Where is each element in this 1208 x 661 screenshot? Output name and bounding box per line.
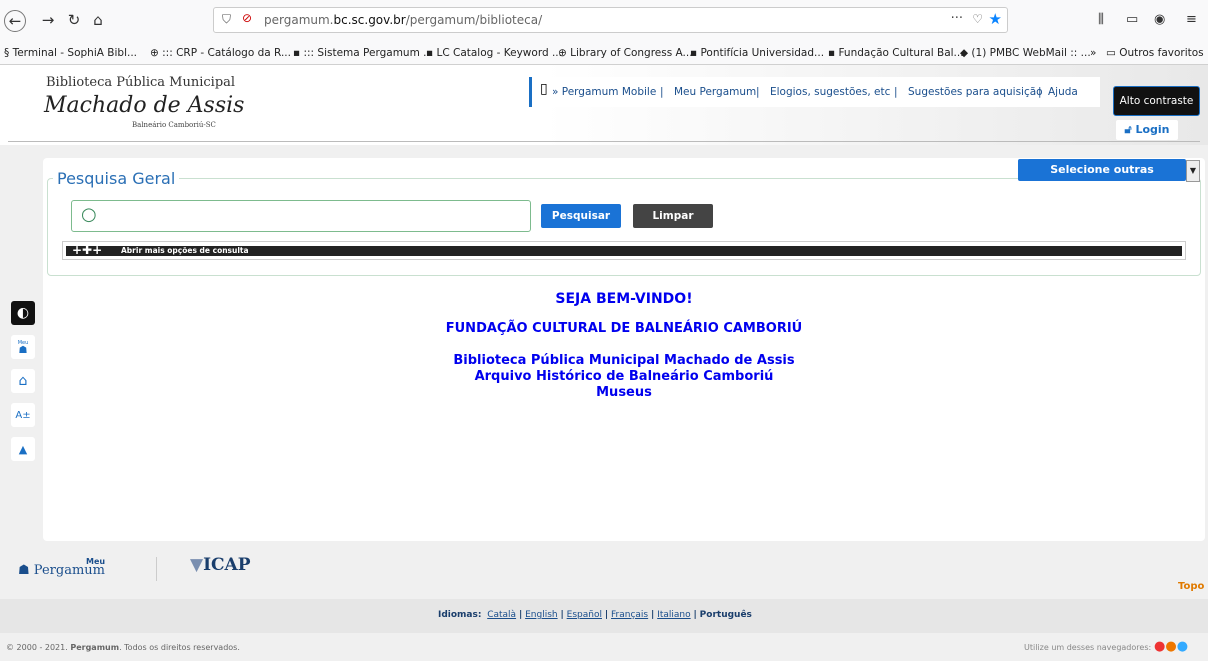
bookmark-item[interactable]: ⊕ ::: CRP - Catálogo da R... — [150, 47, 291, 59]
search-input[interactable]: ○ — [71, 200, 531, 232]
menu-icon[interactable]: ≡ — [1186, 12, 1197, 27]
lang-francais[interactable]: Français — [611, 610, 648, 620]
more-options-label: +✚+ Abrir mais opções de consulta — [66, 243, 1182, 257]
reload-button[interactable]: ↻ — [62, 8, 86, 32]
scroll-top-icon[interactable]: ▲ — [11, 437, 35, 461]
bookmark-item[interactable]: § Terminal - SophiA Bibl... — [4, 47, 137, 59]
menu-meu-pergamum[interactable]: Meu Pergamum — [674, 86, 756, 98]
bookmark-item[interactable]: ▪ Pontifícia Universidad... — [690, 47, 824, 59]
meu-pergamum-brand: ☗ Pergamum — [18, 563, 105, 578]
contrast-icon[interactable]: ◐ — [11, 301, 35, 325]
menu-pergamum-mobile[interactable]: » Pergamum Mobile — [552, 86, 656, 98]
menu-separator: | — [756, 86, 760, 98]
bookmark-folder[interactable]: ▭ Outros favoritos — [1106, 47, 1204, 59]
copyright-bar: © 2000 - 2021. Pergamum. Todos os direit… — [0, 635, 1208, 661]
pocket-icon[interactable]: ♡ — [972, 12, 983, 26]
mobile-icon: ▯ — [540, 81, 548, 97]
forward-button[interactable]: → — [36, 8, 60, 32]
welcome-library: Biblioteca Pública Municipal Machado de … — [453, 353, 795, 368]
menu-separator: | — [1038, 86, 1042, 98]
menu-sugestoes-aquisicao[interactable]: Sugestões para aquisição — [908, 86, 1043, 98]
copyright-text: © 2000 - 2021. Pergamum. Todos os direit… — [6, 643, 240, 652]
welcome-foundation: FUNDAÇÃO CULTURAL DE BALNEÁRIO CAMBORIÚ — [445, 321, 803, 336]
high-contrast-button[interactable]: Alto contraste — [1113, 86, 1200, 116]
firefox-icon[interactable]: ● — [1165, 639, 1176, 654]
font-size-icon[interactable]: A± — [11, 403, 35, 427]
meu-label: Meu — [17, 340, 29, 346]
language-list: Idiomas: Català | English | Español | Fr… — [438, 610, 752, 620]
menu-elogios[interactable]: Elogios, sugestões, etc — [770, 86, 890, 98]
select-other-searches-button[interactable]: Selecione outras pesquisas — [1018, 159, 1186, 198]
top-menu: ▯ » Pergamum Mobile | Meu Pergamum | Elo… — [529, 77, 1100, 107]
footer-logos: Meu ☗ Pergamum ▼ICAP Topo — [0, 551, 1208, 597]
lang-english[interactable]: English — [525, 610, 558, 620]
insecure-lock-icon: ⊘ — [242, 11, 253, 25]
bookmark-item[interactable]: ▪ ::: Sistema Pergamum ... — [293, 47, 433, 59]
bookmarks-bar: § Terminal - SophiA Bibl... ⊕ ::: CRP - … — [0, 44, 1208, 65]
url-text: pergamum.bc.sc.gov.br/pergamum/bibliotec… — [264, 13, 543, 27]
more-options-bar[interactable]: +✚+ Abrir mais opções de consulta — [62, 241, 1186, 260]
bookmark-star-icon[interactable]: ★ — [989, 10, 1002, 28]
chevron-down-icon[interactable]: ▼ — [1186, 160, 1200, 182]
bookmark-item[interactable]: ◆ (1) PMBC WebMail :: ... — [960, 47, 1091, 59]
login-label: Login — [1135, 123, 1170, 136]
bookmark-item[interactable]: ▪ Fundação Cultural Bal... — [828, 47, 964, 59]
icap-shield-icon: ▼ — [190, 555, 204, 575]
account-icon[interactable]: ◉ — [1154, 12, 1165, 27]
search-icon: ○ — [81, 204, 97, 225]
menu-separator: | — [894, 86, 898, 98]
logo-signature: Machado de Assis — [44, 93, 245, 118]
menu-separator: | — [660, 86, 664, 98]
shield-icon: ⛉ — [222, 12, 232, 26]
chrome-icon[interactable]: ● — [1154, 639, 1165, 654]
idiomas-label: Idiomas: — [438, 610, 482, 620]
page-actions-menu-icon[interactable]: ··· — [951, 11, 963, 26]
bookmark-item[interactable]: ▪ LC Catalog - Keyword ... — [426, 47, 562, 59]
search-legend: Pesquisa Geral — [53, 169, 180, 188]
topo-link[interactable]: Topo — [1178, 581, 1204, 592]
plus-icon: +✚+ — [72, 243, 103, 257]
login-button[interactable]: 🔓︎ Login — [1116, 120, 1178, 140]
unlock-icon: 🔓︎ — [1124, 123, 1132, 136]
page-content: Biblioteca Pública Municipal Machado de … — [0, 65, 1208, 661]
bookmarks-overflow-icon[interactable]: » — [1090, 47, 1096, 59]
browser-toolbar: ← → ↻ ⌂ ⛉ ⊘ pergamum.bc.sc.gov.br/pergam… — [0, 0, 1208, 45]
ie-icon[interactable]: ● — [1177, 639, 1188, 654]
welcome-archive: Arquivo Histórico de Balneário Camboriú — [474, 369, 774, 384]
menu-ajuda[interactable]: Ajuda — [1048, 86, 1078, 98]
more-options-text: Abrir mais opções de consulta — [121, 246, 249, 255]
home-icon[interactable]: ⌂ — [86, 8, 110, 32]
home-icon[interactable]: ⌂ — [11, 369, 35, 393]
header-divider — [8, 141, 1200, 142]
footer-divider — [156, 557, 157, 581]
lang-catala[interactable]: Català — [487, 610, 516, 620]
meu-pergamum-icon[interactable]: Meu ☗ — [11, 335, 35, 359]
search-button[interactable]: Pesquisar — [541, 204, 621, 228]
language-bar: Idiomas: Català | English | Español | Fr… — [0, 599, 1208, 633]
sidebar-icon[interactable]: ▭ — [1126, 12, 1138, 27]
clear-button[interactable]: Limpar — [633, 204, 713, 228]
bookmark-item[interactable]: ⊕ Library of Congress A... — [558, 47, 693, 59]
browsers-text: Utilize um desses navegadores: — [1024, 643, 1152, 652]
welcome-museums: Museus — [596, 385, 652, 400]
url-bar[interactable]: ⛉ ⊘ pergamum.bc.sc.gov.br/pergamum/bibli… — [213, 7, 1008, 33]
icap-logo[interactable]: ▼ICAP — [190, 555, 251, 575]
lang-italiano[interactable]: Italiano — [657, 610, 690, 620]
logo-title: Biblioteca Pública Municipal — [46, 75, 236, 90]
logo-subtitle: Balneário Camboriú-SC — [132, 121, 216, 129]
back-button[interactable]: ← — [4, 10, 26, 32]
library-icon[interactable]: ⫼ — [1098, 12, 1104, 27]
welcome-title: SEJA BEM-VINDO! — [555, 291, 693, 307]
lang-portugues: Português — [699, 610, 752, 620]
site-header: Biblioteca Pública Municipal Machado de … — [0, 65, 1208, 145]
lang-espanol[interactable]: Español — [567, 610, 602, 620]
browser-icons: ●●● — [1154, 639, 1188, 654]
